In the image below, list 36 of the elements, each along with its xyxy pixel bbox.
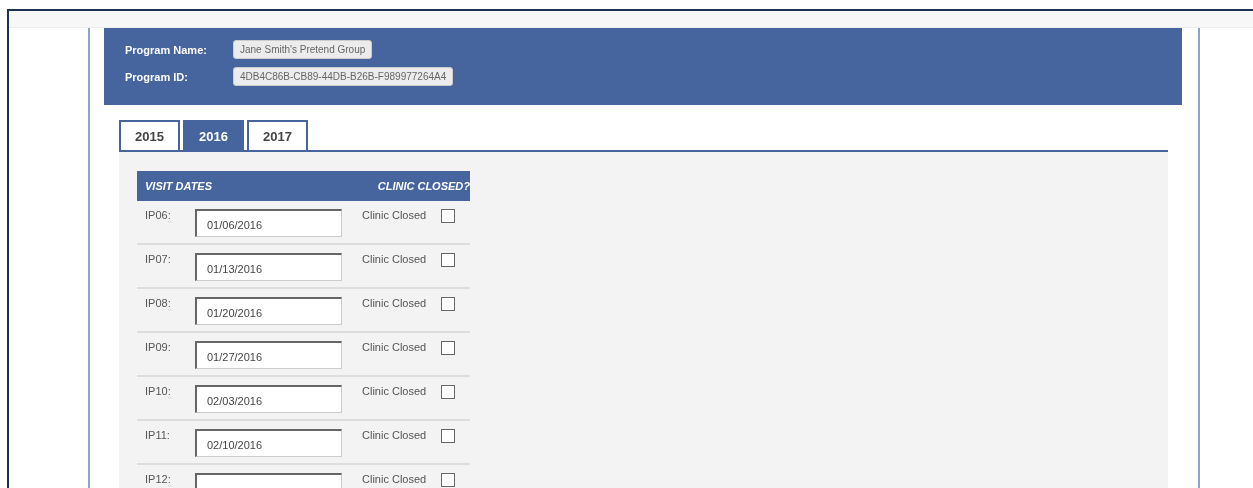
date-field[interactable]: 02/03/2016 bbox=[195, 385, 342, 413]
visit-label: IP06: bbox=[144, 209, 172, 221]
date-field[interactable]: 01/20/2016 bbox=[195, 297, 342, 325]
clinic-closed-label: Clinic Closed bbox=[362, 385, 428, 397]
program-id-label: Program ID: bbox=[125, 70, 189, 83]
visit-label: IP11: bbox=[144, 429, 171, 441]
year-tab[interactable]: 2017 bbox=[247, 120, 308, 150]
clinic-closed-label: Clinic Closed bbox=[362, 473, 428, 485]
clinic-closed-checkbox[interactable] bbox=[441, 473, 455, 487]
program-name-value: Jane Smith's Pretend Group bbox=[233, 40, 373, 59]
clinic-closed-checkbox[interactable] bbox=[441, 253, 455, 267]
visit-label: IP08: bbox=[144, 297, 172, 309]
date-field[interactable]: 01/27/2016 bbox=[195, 341, 342, 369]
clinic-closed-label: Clinic Closed bbox=[362, 429, 428, 441]
clinic-closed-label: Clinic Closed bbox=[362, 209, 428, 221]
program-name-label: Program Name: bbox=[125, 43, 208, 56]
visit-label: IP12: bbox=[144, 473, 172, 485]
clinic-closed-checkbox[interactable] bbox=[441, 297, 455, 311]
column-header: VISIT DATES bbox=[145, 180, 213, 192]
clinic-closed-checkbox[interactable] bbox=[441, 429, 455, 443]
date-field[interactable]: 01/06/2016 bbox=[195, 209, 342, 237]
clinic-closed-label: Clinic Closed bbox=[362, 253, 428, 265]
clinic-closed-checkbox[interactable] bbox=[441, 209, 455, 223]
program-id-value: 4DB4C86B-CB89-44DB-B26B-F989977264A4 bbox=[233, 67, 454, 86]
visit-label: IP09: bbox=[144, 341, 172, 353]
year-tab[interactable]: 2015 bbox=[119, 120, 180, 150]
clinic-closed-label: Clinic Closed bbox=[362, 341, 428, 353]
clinic-closed-checkbox[interactable] bbox=[441, 385, 455, 399]
date-field[interactable]: 01/13/2016 bbox=[195, 253, 342, 281]
year-tab[interactable]: 2016 bbox=[183, 120, 244, 150]
clinic-closed-checkbox[interactable] bbox=[441, 341, 455, 355]
date-field[interactable]: 02/10/2016 bbox=[195, 429, 342, 457]
clinic-closed-label: Clinic Closed bbox=[362, 297, 428, 309]
visit-label: IP07: bbox=[144, 253, 172, 265]
visit-label: IP10: bbox=[144, 385, 172, 397]
column-header: CLINIC CLOSED? bbox=[377, 180, 470, 192]
